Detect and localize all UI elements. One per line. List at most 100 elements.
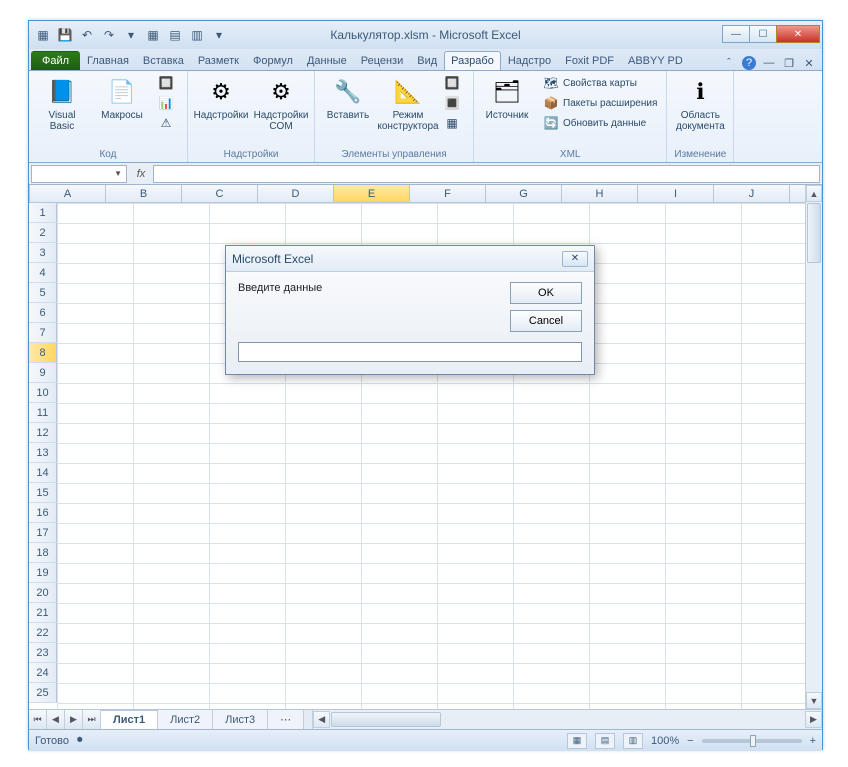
redo-icon[interactable]: ↷ bbox=[99, 25, 119, 45]
sheet-prev-icon[interactable]: ◀ bbox=[47, 710, 65, 729]
ribbon-small-button[interactable]: ⚠ bbox=[155, 114, 181, 132]
formula-input[interactable] bbox=[153, 165, 820, 183]
scroll-track[interactable] bbox=[806, 264, 822, 692]
fx-icon[interactable]: fx bbox=[129, 168, 153, 180]
row-header[interactable]: 8 bbox=[29, 343, 57, 363]
vertical-scrollbar[interactable]: ▲ ▼ bbox=[805, 185, 822, 709]
column-header[interactable]: B bbox=[106, 185, 182, 202]
qat-icon[interactable]: ▾ bbox=[121, 25, 141, 45]
row-header[interactable]: 3 bbox=[29, 243, 57, 263]
excel-icon[interactable]: ▦ bbox=[33, 25, 53, 45]
row-header[interactable]: 5 bbox=[29, 283, 57, 303]
minimize-ribbon-icon[interactable]: ˆ bbox=[722, 56, 736, 70]
row-header[interactable]: 24 bbox=[29, 663, 57, 683]
column-header[interactable]: A bbox=[30, 185, 106, 202]
column-header[interactable]: I bbox=[638, 185, 714, 202]
scroll-thumb[interactable] bbox=[331, 712, 441, 727]
ribbon-small-button[interactable]: 🗺Свойства карты bbox=[540, 74, 660, 92]
ribbon-small-button[interactable]: 🔳 bbox=[441, 94, 467, 112]
ribbon-button[interactable]: 🗂Источник bbox=[480, 74, 534, 123]
ribbon-small-button[interactable]: 🔄Обновить данные bbox=[540, 114, 660, 132]
column-header[interactable]: C bbox=[182, 185, 258, 202]
dialog-close-button[interactable]: ✕ bbox=[562, 251, 588, 267]
tab-home[interactable]: Главная bbox=[80, 51, 136, 70]
chevron-down-icon[interactable]: ▼ bbox=[114, 169, 122, 178]
sheet-last-icon[interactable]: ⏭ bbox=[83, 710, 101, 729]
maximize-button[interactable]: ☐ bbox=[749, 25, 777, 43]
row-header[interactable]: 20 bbox=[29, 583, 57, 603]
horizontal-scrollbar[interactable]: ◀ ▶ bbox=[312, 710, 822, 729]
new-sheet-button[interactable]: ⋯ bbox=[268, 710, 304, 729]
doc-restore-icon[interactable]: ❐ bbox=[782, 56, 796, 70]
tab-data[interactable]: Данные bbox=[300, 51, 354, 70]
doc-min-icon[interactable]: — bbox=[762, 56, 776, 70]
row-header[interactable]: 17 bbox=[29, 523, 57, 543]
qat-icon[interactable]: ▥ bbox=[187, 25, 207, 45]
tab-foxit[interactable]: Foxit PDF bbox=[558, 51, 621, 70]
doc-close-icon[interactable]: ✕ bbox=[802, 56, 816, 70]
sheet-tab[interactable]: Лист1 bbox=[101, 710, 158, 729]
scroll-left-icon[interactable]: ◀ bbox=[313, 711, 330, 728]
ribbon-button[interactable]: 📐Режим конструктора bbox=[381, 74, 435, 134]
row-header[interactable]: 19 bbox=[29, 563, 57, 583]
column-header[interactable]: E bbox=[334, 185, 410, 202]
close-button[interactable]: ✕ bbox=[776, 25, 820, 43]
qat-icon[interactable]: ▤ bbox=[165, 25, 185, 45]
ribbon-button[interactable]: ℹОбласть документа bbox=[673, 74, 727, 134]
tab-review[interactable]: Рецензи bbox=[354, 51, 411, 70]
zoom-out-icon[interactable]: − bbox=[687, 735, 693, 747]
ribbon-button[interactable]: 📄Макросы bbox=[95, 74, 149, 123]
column-header[interactable]: H bbox=[562, 185, 638, 202]
scroll-right-icon[interactable]: ▶ bbox=[805, 711, 822, 728]
tab-file[interactable]: Файл bbox=[31, 51, 80, 70]
row-header[interactable]: 14 bbox=[29, 463, 57, 483]
row-header[interactable]: 12 bbox=[29, 423, 57, 443]
cancel-button[interactable]: Cancel bbox=[510, 310, 582, 332]
tab-layout[interactable]: Разметк bbox=[191, 51, 246, 70]
ribbon-button[interactable]: 📘Visual Basic bbox=[35, 74, 89, 134]
row-header[interactable]: 11 bbox=[29, 403, 57, 423]
tab-insert[interactable]: Вставка bbox=[136, 51, 191, 70]
sheet-first-icon[interactable]: ⏮ bbox=[29, 710, 47, 729]
macro-record-icon[interactable]: ⏺ bbox=[77, 734, 83, 747]
view-layout-icon[interactable]: ▤ bbox=[595, 733, 615, 749]
row-header[interactable]: 2 bbox=[29, 223, 57, 243]
tab-formulas[interactable]: Формул bbox=[246, 51, 300, 70]
row-header[interactable]: 25 bbox=[29, 683, 57, 703]
row-header[interactable]: 22 bbox=[29, 623, 57, 643]
zoom-in-icon[interactable]: + bbox=[810, 735, 816, 747]
ribbon-small-button[interactable]: 📊 bbox=[155, 94, 181, 112]
dialog-titlebar[interactable]: Microsoft Excel ✕ bbox=[226, 246, 594, 272]
tab-developer[interactable]: Разрабо bbox=[444, 51, 501, 70]
column-header[interactable]: F bbox=[410, 185, 486, 202]
view-normal-icon[interactable]: ▦ bbox=[567, 733, 587, 749]
row-header[interactable]: 16 bbox=[29, 503, 57, 523]
save-icon[interactable]: 💾 bbox=[55, 25, 75, 45]
ribbon-small-button[interactable]: 🔲 bbox=[441, 74, 467, 92]
undo-icon[interactable]: ↶ bbox=[77, 25, 97, 45]
ribbon-button[interactable]: ⚙Надстройки bbox=[194, 74, 248, 123]
scroll-thumb[interactable] bbox=[807, 203, 821, 263]
row-header[interactable]: 23 bbox=[29, 643, 57, 663]
name-box[interactable]: ▼ bbox=[31, 165, 127, 183]
tab-addins[interactable]: Надстро bbox=[501, 51, 558, 70]
row-header[interactable]: 9 bbox=[29, 363, 57, 383]
row-header[interactable]: 10 bbox=[29, 383, 57, 403]
tab-view[interactable]: Вид bbox=[410, 51, 444, 70]
row-header[interactable]: 15 bbox=[29, 483, 57, 503]
column-header[interactable]: G bbox=[486, 185, 562, 202]
row-header[interactable]: 13 bbox=[29, 443, 57, 463]
row-header[interactable]: 7 bbox=[29, 323, 57, 343]
scroll-up-icon[interactable]: ▲ bbox=[806, 185, 822, 202]
zoom-slider[interactable] bbox=[702, 739, 802, 743]
column-header[interactable]: J bbox=[714, 185, 790, 202]
ribbon-small-button[interactable]: 📦Пакеты расширения bbox=[540, 94, 660, 112]
row-header[interactable]: 1 bbox=[29, 203, 57, 223]
qat-icon[interactable]: ▦ bbox=[143, 25, 163, 45]
view-pagebreak-icon[interactable]: ▥ bbox=[623, 733, 643, 749]
column-header[interactable]: D bbox=[258, 185, 334, 202]
ribbon-button[interactable]: 🔧Вставить bbox=[321, 74, 375, 123]
sheet-tab[interactable]: Лист3 bbox=[213, 710, 268, 729]
tab-abbyy[interactable]: ABBYY PD bbox=[621, 51, 690, 70]
ribbon-small-button[interactable]: 🔲 bbox=[155, 74, 181, 92]
